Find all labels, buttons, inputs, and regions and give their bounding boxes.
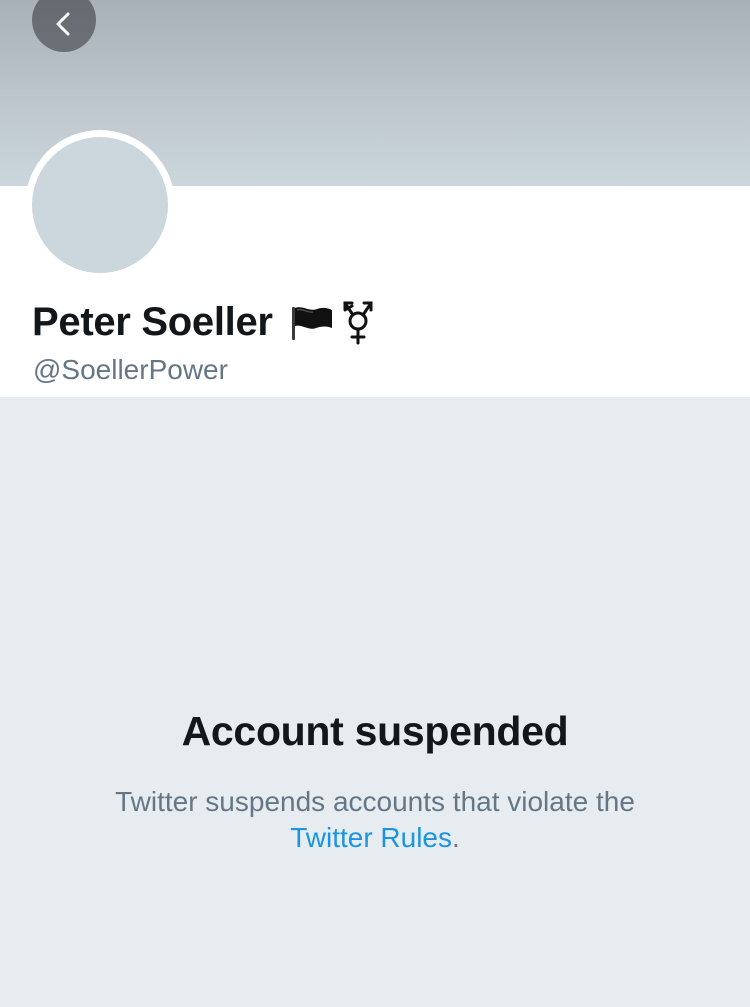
username-handle: @SoellerPower <box>33 354 228 385</box>
transgender-symbol-icon <box>343 301 373 345</box>
back-button[interactable] <box>32 0 96 52</box>
name-row: Peter Soeller <box>32 296 375 348</box>
suspended-title: Account suspended <box>181 708 569 754</box>
avatar[interactable] <box>25 130 175 280</box>
black-flag-icon <box>291 307 332 340</box>
suspended-message: Twitter suspends accounts that violate t… <box>0 784 750 856</box>
chevron-left-icon <box>56 12 70 36</box>
display-name: Peter Soeller <box>32 299 273 344</box>
message-period: . <box>452 822 460 853</box>
suspended-message-text: Twitter suspends accounts that violate t… <box>115 786 635 817</box>
twitter-rules-link[interactable]: Twitter Rules <box>290 822 452 853</box>
